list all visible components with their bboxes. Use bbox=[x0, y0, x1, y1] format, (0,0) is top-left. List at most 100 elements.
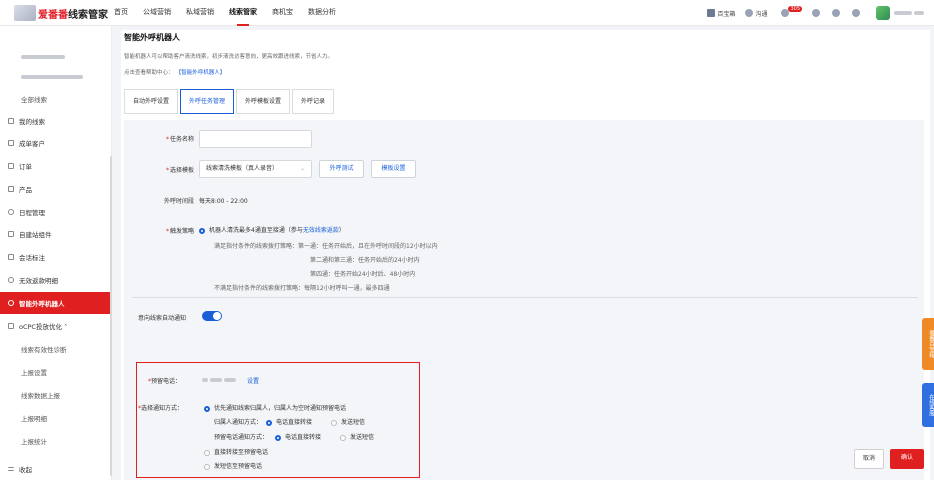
tabs: 自动外呼设置 外呼任务管理 外呼模板设置 外呼记录 bbox=[124, 89, 336, 114]
auto-notify-toggle[interactable] bbox=[202, 311, 222, 321]
gear-icon bbox=[832, 9, 840, 17]
strategy-radio[interactable] bbox=[199, 227, 205, 234]
notify-option-1[interactable]: 优先通知线索归属人，归属人为空时通知预留电话 bbox=[204, 403, 346, 412]
robot-icon bbox=[8, 300, 14, 306]
reserve-sms-radio[interactable] bbox=[340, 434, 346, 441]
notify-option-3[interactable]: 发短信至预留电话 bbox=[204, 461, 262, 470]
online-service-float-tab[interactable]: 在线客服 bbox=[922, 383, 934, 427]
task-name-input[interactable] bbox=[199, 130, 312, 148]
form-divider bbox=[132, 297, 918, 298]
tab-call-template-settings[interactable]: 外呼模板设置 bbox=[236, 89, 291, 114]
nav-opportunity[interactable]: 商机宝 bbox=[272, 0, 293, 26]
reserve-sms-option[interactable]: 发送短信 bbox=[340, 432, 374, 441]
sidebar-item-my-leads[interactable]: 我的线索 bbox=[0, 110, 112, 132]
sidebar-item-lead-diagnosis[interactable]: 线索有效性诊断 bbox=[0, 338, 112, 360]
sidebar-item-products[interactable]: 产品 bbox=[0, 178, 112, 200]
user-icon bbox=[8, 140, 14, 146]
nav-lead-manager[interactable]: 线索管家 bbox=[229, 0, 257, 26]
collapse-icon bbox=[8, 467, 14, 471]
sidebar-item-orders[interactable]: 订单 bbox=[0, 155, 112, 177]
app-logo[interactable]: 爱番番线索管家 bbox=[14, 5, 108, 21]
sidebar-item-ocpc[interactable]: oCPC投放优化 ˄ bbox=[0, 315, 112, 337]
username-redacted bbox=[894, 11, 912, 15]
main-nav: 首页 公域营销 私域营销 线索管家 商机宝 数据分析 bbox=[114, 0, 351, 26]
task-form: *任务名称 *选择模板 线索清洗模板（真人录音） ⌄ 外呼测试 模板设置 外呼时间… bbox=[124, 120, 924, 480]
reserve-direct-radio[interactable] bbox=[275, 434, 281, 441]
settings-button[interactable] bbox=[832, 9, 842, 17]
ocpc-icon bbox=[8, 323, 14, 329]
notify-option-2-radio[interactable] bbox=[204, 449, 210, 456]
tab-auto-call-settings[interactable]: 自动外呼设置 bbox=[124, 89, 179, 114]
sidebar-item-schedule[interactable]: 日程管理 bbox=[0, 201, 112, 223]
reserve-method-label: 预留电话通知方式： bbox=[214, 434, 269, 441]
reserve-phone-value bbox=[202, 376, 236, 383]
tab-call-records[interactable]: 外呼记录 bbox=[292, 89, 335, 114]
top-bar: 爱番番线索管家 首页 公域营销 私域营销 线索管家 商机宝 数据分析 百宝箱 沟… bbox=[0, 0, 934, 26]
sidebar-item-site-widgets[interactable]: 自建站组件 bbox=[0, 223, 112, 245]
call-test-button[interactable]: 外呼测试 bbox=[319, 160, 364, 178]
sidebar-item-call-robot[interactable]: 智能外呼机器人 bbox=[0, 292, 112, 314]
calendar-icon bbox=[8, 209, 14, 215]
cart-icon bbox=[707, 9, 716, 17]
owner-sms-radio[interactable] bbox=[331, 419, 337, 426]
notify-option-3-radio[interactable] bbox=[204, 463, 210, 470]
strategy-option[interactable]: 机器人清洗最多4通直至接通（参与无效线索返款） bbox=[199, 225, 345, 234]
order-icon bbox=[8, 163, 14, 169]
sidebar-item-all-leads[interactable]: 全部线索 bbox=[0, 88, 112, 110]
box-icon bbox=[8, 186, 14, 192]
page-title: 智能外呼机器人 bbox=[124, 33, 180, 42]
tab-call-task-management[interactable]: 外呼任务管理 bbox=[180, 89, 235, 114]
invalid-refund-link[interactable]: 无效线索返款 bbox=[303, 227, 339, 234]
notify-method-label: *选择通知方式： bbox=[138, 405, 184, 412]
sidebar-item-report-detail[interactable]: 上报明细 bbox=[0, 407, 112, 429]
nav-public-marketing[interactable]: 公域营销 bbox=[143, 0, 171, 26]
sidebar-collapse-button[interactable]: 收起 bbox=[0, 458, 112, 480]
nav-private-marketing[interactable]: 私域营销 bbox=[186, 0, 214, 26]
notification-button[interactable]: 305 bbox=[781, 6, 802, 17]
owner-sms-option[interactable]: 发送短信 bbox=[331, 417, 365, 426]
baibao-button[interactable]: 百宝箱 bbox=[707, 9, 735, 18]
cancel-button[interactable]: 取消 bbox=[854, 449, 884, 469]
strategy-line-1: 满足指付条件的线索拨打策略：第一通：任务开始后，且在外呼时间段的12小时以内 bbox=[214, 243, 438, 250]
sidebar-item-refunds[interactable]: 无效返款明细 bbox=[0, 269, 112, 291]
pen-icon bbox=[8, 254, 14, 260]
logo-mark-icon bbox=[14, 5, 36, 21]
more-button[interactable] bbox=[852, 9, 862, 17]
main-panel: 智能外呼机器人 智能机器人可以帮助客户清洗线索，初步清洗访客意向，更高效跟进线索… bbox=[121, 30, 930, 480]
logo-suffix: 线索管家 bbox=[68, 9, 108, 21]
sidebar-item-customers[interactable]: 成单客户 bbox=[0, 132, 112, 154]
help-icon bbox=[812, 9, 820, 17]
nav-analytics[interactable]: 数据分析 bbox=[308, 0, 336, 26]
chat-icon bbox=[745, 9, 754, 17]
sidebar-item-report-stats[interactable]: 上报统计 bbox=[0, 430, 112, 452]
reserve-phone-set-link[interactable]: 设置 bbox=[247, 376, 259, 385]
list-icon bbox=[8, 118, 14, 124]
sidebar-redacted-2[interactable] bbox=[0, 66, 112, 88]
strategy-line-3: 第四通：任务开始24小时后、48小时内 bbox=[310, 271, 416, 278]
sidebar: 全部线索 我的线索 成单客户 订单 产品 日程管理 自建站组件 会话标注 无效返… bbox=[0, 26, 112, 480]
logo-text: 爱番番 bbox=[38, 9, 68, 21]
confirm-button[interactable]: 确认 bbox=[890, 449, 924, 469]
owner-direct-radio[interactable] bbox=[266, 419, 272, 426]
nav-home[interactable]: 首页 bbox=[114, 0, 128, 26]
avatar bbox=[876, 6, 890, 20]
template-select[interactable]: 线索清洗模板（真人录音） ⌄ bbox=[199, 160, 312, 178]
sidebar-redacted-1[interactable] bbox=[0, 46, 112, 68]
sidebar-item-session-tags[interactable]: 会话标注 bbox=[0, 246, 112, 268]
user-menu[interactable] bbox=[876, 6, 924, 20]
sidebar-item-report-settings[interactable]: 上报设置 bbox=[0, 361, 112, 383]
help-center-link[interactable]: 【智能外呼机器人】 bbox=[179, 70, 226, 76]
notify-option-2[interactable]: 直接转接至预留电话 bbox=[204, 447, 268, 456]
reserve-direct-option[interactable]: 电话直接转接 bbox=[275, 432, 321, 441]
reserve-phone-label: *预留电话： bbox=[148, 378, 182, 385]
time-value: 每天8:00 - 22:00 bbox=[199, 198, 248, 205]
template-settings-button[interactable]: 模板设置 bbox=[371, 160, 416, 178]
sidebar-scrollbar[interactable] bbox=[110, 156, 112, 476]
more-icon bbox=[852, 9, 860, 17]
sidebar-item-data-report[interactable]: 线索数据上报 bbox=[0, 384, 112, 406]
owner-direct-option[interactable]: 电话直接转接 bbox=[266, 417, 312, 426]
notify-option-1-radio[interactable] bbox=[204, 405, 210, 412]
baibao-float-tab[interactable]: 番番百宝箱 bbox=[922, 318, 934, 370]
goutong-button[interactable]: 沟通 bbox=[745, 9, 767, 18]
help-button[interactable] bbox=[812, 9, 822, 17]
